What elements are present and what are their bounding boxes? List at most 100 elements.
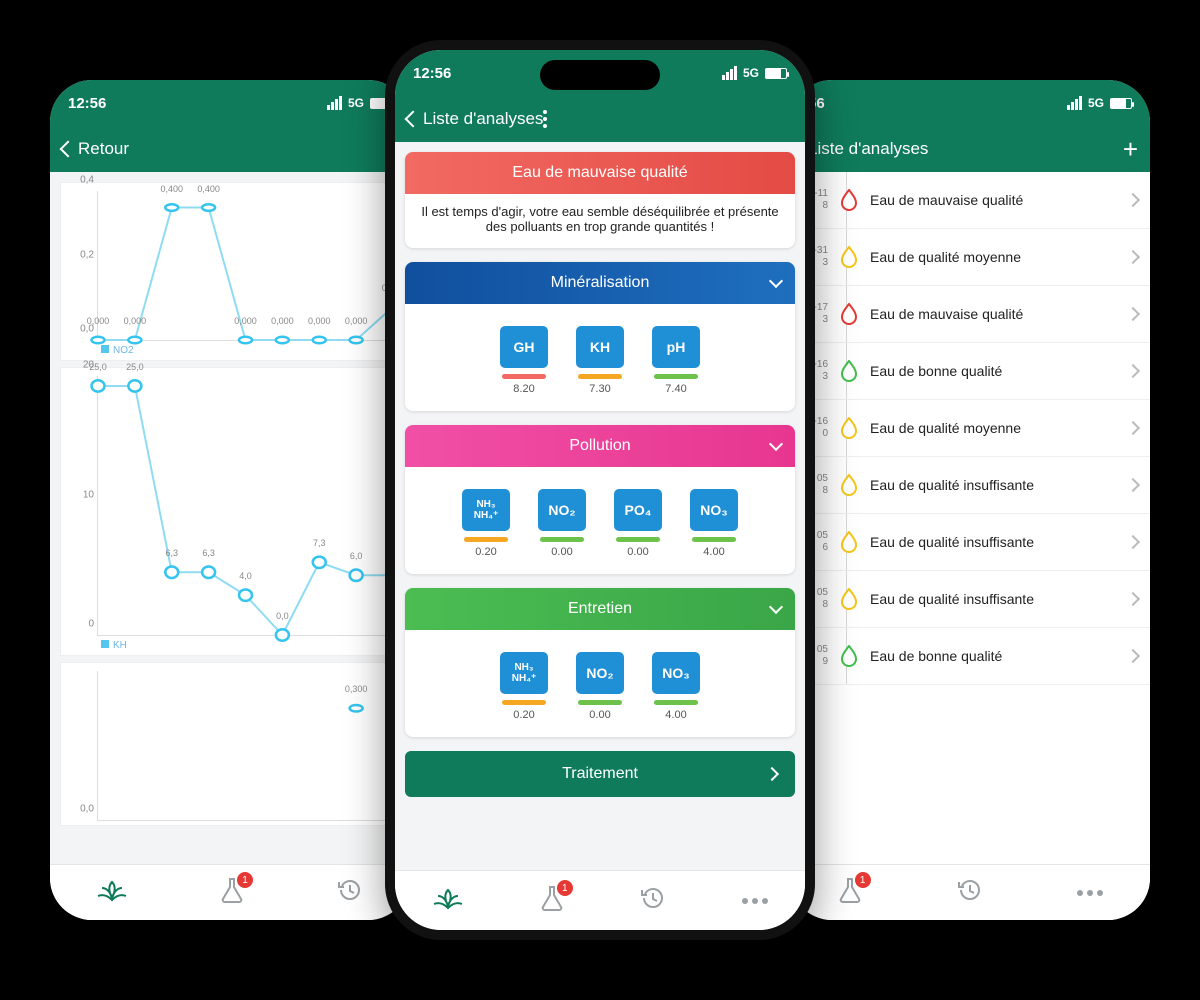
drop-icon (840, 360, 858, 382)
metric-value: 0.20 (494, 709, 554, 721)
data-label: 6,0 (350, 551, 363, 561)
tab-history[interactable] (639, 884, 667, 917)
data-label: 0,000 (124, 316, 147, 326)
tab-home[interactable] (96, 876, 128, 909)
tab-more[interactable] (742, 898, 768, 904)
more-menu-icon[interactable] (543, 110, 547, 128)
data-label: 0,000 (87, 316, 110, 326)
item-label: Eau de bonne qualité (870, 363, 1116, 379)
history-icon (336, 876, 364, 904)
metric-tile[interactable]: NH₃NH₄⁺ 0.20 (494, 652, 554, 721)
metric-bar (464, 537, 508, 542)
metric-tile[interactable]: NH₃NH₄⁺ 0.20 (456, 489, 516, 558)
data-label: 0,000 (308, 316, 331, 326)
chevron-left-icon (405, 111, 422, 128)
more-icon (742, 898, 768, 904)
metric-value: 0.00 (570, 709, 630, 721)
chevron-right-icon (1126, 307, 1140, 321)
tab-analysis[interactable]: 1 (219, 876, 245, 909)
analysis-content: Eau de mauvaise qualité Il est temps d'a… (395, 142, 805, 870)
data-label: 6,3 (202, 548, 215, 558)
list-item[interactable]: -313Eau de qualité moyenne (790, 229, 1150, 286)
metric-label: NO₂ (538, 489, 586, 531)
drop-icon (840, 588, 858, 610)
tab-more[interactable] (1077, 890, 1103, 896)
data-label: 0,400 (197, 184, 220, 194)
back-button[interactable]: Liste d'analyses (407, 109, 543, 129)
chart-2: 0,0 0,300 (60, 662, 400, 826)
section-card: Entretien NH₃NH₄⁺ 0.20 NO₂0.00 NO₃4.00 (405, 588, 795, 737)
chevron-right-icon (765, 767, 779, 781)
list-item[interactable]: -160Eau de qualité moyenne (790, 400, 1150, 457)
chart-NO2: 0,00,20,40,0000,0000,4000,4000,0000,0000… (60, 182, 400, 361)
metric-tile[interactable]: NO₃4.00 (646, 652, 706, 721)
lotus-icon (96, 876, 128, 904)
metric-tile[interactable]: NO₂0.00 (570, 652, 630, 721)
metric-tile[interactable]: NO₃4.00 (684, 489, 744, 558)
battery-icon (765, 68, 787, 79)
tab-analysis[interactable]: 1 (539, 884, 565, 917)
list-item[interactable]: -163Eau de bonne qualité (790, 343, 1150, 400)
metric-label: KH (576, 326, 624, 368)
metric-bar (654, 700, 698, 705)
list-item[interactable]: 059Eau de bonne qualité (790, 628, 1150, 685)
back-label: Retour (78, 139, 129, 159)
chevron-right-icon (1126, 478, 1140, 492)
metric-label: NH₃NH₄⁺ (500, 652, 548, 694)
list-item[interactable]: -118Eau de mauvaise qualité (790, 172, 1150, 229)
metric-bar (502, 374, 546, 379)
more-icon (1077, 890, 1103, 896)
metric-label: NO₃ (652, 652, 700, 694)
lotus-icon (432, 884, 464, 912)
item-label: Eau de qualité insuffisante (870, 591, 1116, 607)
treatment-button[interactable]: Traitement (405, 751, 795, 797)
signal-icon (1067, 96, 1082, 110)
metric-label: GH (500, 326, 548, 368)
nav-bar: Retour (50, 126, 410, 172)
nav-bar: Liste d'analyses + (790, 126, 1150, 172)
notch (540, 60, 660, 90)
nav-title: Liste d'analyses (423, 109, 543, 129)
tab-home[interactable] (432, 884, 464, 917)
item-label: Eau de qualité moyenne (870, 249, 1116, 265)
metric-tile[interactable]: pH7.40 (646, 326, 706, 395)
tab-analysis[interactable]: 1 (837, 876, 863, 909)
signal-icon (327, 96, 342, 110)
data-label: 25,0 (126, 362, 144, 372)
analysis-list: -118Eau de mauvaise qualité-313Eau de qu… (790, 172, 1150, 864)
list-item[interactable]: -173Eau de mauvaise qualité (790, 286, 1150, 343)
alert-body: Il est temps d'agir, votre eau semble dé… (405, 194, 795, 248)
tab-history[interactable] (956, 876, 984, 909)
list-item[interactable]: 058Eau de qualité insuffisante (790, 457, 1150, 514)
metric-tile[interactable]: GH8.20 (494, 326, 554, 395)
metric-tile[interactable]: NO₂0.00 (532, 489, 592, 558)
section-header[interactable]: Pollution (405, 425, 795, 467)
metric-bar (692, 537, 736, 542)
item-label: Eau de mauvaise qualité (870, 192, 1116, 208)
back-button[interactable]: Retour (62, 139, 129, 159)
section-header[interactable]: Entretien (405, 588, 795, 630)
metric-bar (502, 700, 546, 705)
data-label: 0,400 (160, 184, 183, 194)
data-label: 0,300 (345, 684, 368, 694)
metric-tile[interactable]: PO₄0.00 (608, 489, 668, 558)
alert-title: Eau de mauvaise qualité (405, 152, 795, 194)
list-item[interactable]: 058Eau de qualité insuffisante (790, 571, 1150, 628)
battery-icon (1110, 98, 1132, 109)
tab-history[interactable] (336, 876, 364, 909)
metric-value: 0.20 (456, 546, 516, 558)
drop-icon (840, 246, 858, 268)
list-item[interactable]: 056Eau de qualité insuffisante (790, 514, 1150, 571)
metric-tile[interactable]: KH7.30 (570, 326, 630, 395)
add-button[interactable]: + (1123, 134, 1138, 165)
history-icon (956, 876, 984, 904)
metric-label: NH₃NH₄⁺ (462, 489, 510, 531)
y-tick: 0,0 (68, 804, 94, 815)
y-tick: 0,4 (68, 175, 94, 186)
chevron-left-icon (60, 141, 77, 158)
y-tick: 0 (68, 619, 94, 630)
section-header[interactable]: Minéralisation (405, 262, 795, 304)
metric-label: pH (652, 326, 700, 368)
metric-bar (654, 374, 698, 379)
tab-badge: 1 (237, 872, 253, 888)
